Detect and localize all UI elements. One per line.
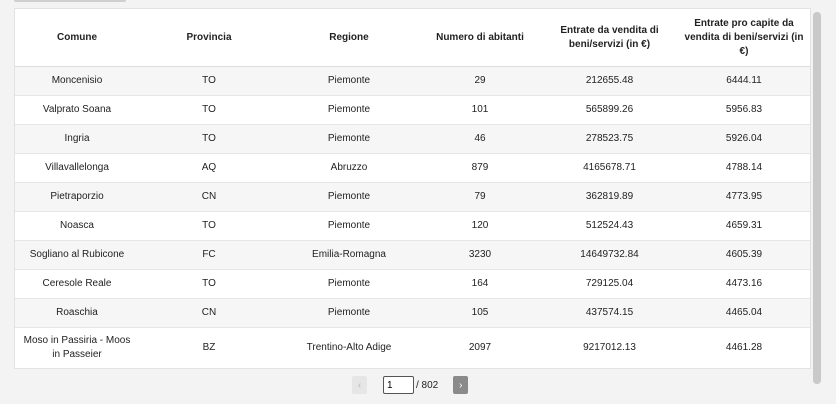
cell-entrate-pro-capite: 6444.11 [678, 66, 810, 96]
pagination: ‹ / 802 › [352, 375, 469, 395]
table-row: Valprato Soana TO Piemonte 101 565899.26… [15, 95, 810, 125]
cell-regione: Piemonte [279, 269, 419, 299]
cell-entrate: 14649732.84 [541, 240, 678, 270]
cell-provincia: TO [139, 124, 279, 154]
cell-comune: Roaschia [15, 298, 139, 328]
cell-abitanti: 79 [419, 182, 541, 212]
column-header-regione[interactable]: Regione [279, 9, 419, 67]
column-header-entrate[interactable]: Entrate da vendita di beni/servizi (in €… [541, 9, 678, 67]
cell-abitanti: 120 [419, 211, 541, 241]
cell-regione: Trentino-Alto Adige [279, 327, 419, 368]
cell-regione: Piemonte [279, 211, 419, 241]
table-row: Noasca TO Piemonte 120 512524.43 4659.31 [15, 211, 810, 241]
cell-entrate: 278523.75 [541, 124, 678, 154]
table-row: Sogliano al Rubicone FC Emilia-Romagna 3… [15, 240, 810, 270]
table-row: Moso in Passiria - Moos in Passeier BZ T… [15, 327, 810, 368]
cell-abitanti: 3230 [419, 240, 541, 270]
table-row: Ingria TO Piemonte 46 278523.75 5926.04 [15, 124, 810, 154]
top-tab[interactable] [14, 0, 126, 2]
cell-entrate-pro-capite: 4461.28 [678, 327, 810, 368]
column-header-provincia[interactable]: Provincia [139, 9, 279, 67]
cell-regione: Abruzzo [279, 153, 419, 183]
cell-entrate-pro-capite: 4788.14 [678, 153, 810, 183]
cell-entrate-pro-capite: 4605.39 [678, 240, 810, 270]
data-table-container: Comune Provincia Regione Numero di abita… [14, 8, 811, 369]
total-pages-label: / 802 [416, 379, 439, 391]
cell-comune: Noasca [15, 211, 139, 241]
cell-provincia: CN [139, 298, 279, 328]
cell-abitanti: 101 [419, 95, 541, 125]
cell-regione: Piemonte [279, 124, 419, 154]
cell-comune: Villavallelonga [15, 153, 139, 183]
cell-entrate: 4165678.71 [541, 153, 678, 183]
table-row: Ceresole Reale TO Piemonte 164 729125.04… [15, 269, 810, 299]
cell-abitanti: 105 [419, 298, 541, 328]
cell-provincia: FC [139, 240, 279, 270]
cell-regione: Piemonte [279, 182, 419, 212]
cell-entrate: 512524.43 [541, 211, 678, 241]
cell-provincia: TO [139, 211, 279, 241]
cell-entrate-pro-capite: 4473.16 [678, 269, 810, 299]
table-row: Roaschia CN Piemonte 105 437574.15 4465.… [15, 298, 810, 328]
vertical-scrollbar[interactable] [813, 12, 821, 384]
table-row: Pietraporzio CN Piemonte 79 362819.89 47… [15, 182, 810, 212]
table-header-row: Comune Provincia Regione Numero di abita… [15, 9, 810, 67]
cell-regione: Emilia-Romagna [279, 240, 419, 270]
cell-entrate: 9217012.13 [541, 327, 678, 368]
cell-abitanti: 879 [419, 153, 541, 183]
cell-abitanti: 29 [419, 66, 541, 96]
cell-provincia: CN [139, 182, 279, 212]
column-header-abitanti[interactable]: Numero di abitanti [419, 9, 541, 67]
cell-provincia: TO [139, 269, 279, 299]
cell-abitanti: 164 [419, 269, 541, 299]
table-row: Moncenisio TO Piemonte 29 212655.48 6444… [15, 66, 810, 96]
cell-provincia: AQ [139, 153, 279, 183]
cell-entrate: 729125.04 [541, 269, 678, 299]
cell-entrate-pro-capite: 5926.04 [678, 124, 810, 154]
cell-regione: Piemonte [279, 298, 419, 328]
cell-comune: Moso in Passiria - Moos in Passeier [15, 327, 139, 368]
cell-comune: Ingria [15, 124, 139, 154]
cell-abitanti: 2097 [419, 327, 541, 368]
cell-provincia: TO [139, 66, 279, 96]
next-page-button[interactable]: › [453, 376, 469, 394]
cell-entrate-pro-capite: 4773.95 [678, 182, 810, 212]
column-header-comune[interactable]: Comune [15, 9, 139, 67]
cell-comune: Ceresole Reale [15, 269, 139, 299]
chevron-right-icon: › [459, 379, 463, 391]
chevron-left-icon: ‹ [357, 379, 362, 391]
cell-comune: Moncenisio [15, 66, 139, 96]
cell-comune: Valprato Soana [15, 95, 139, 125]
page-number-input[interactable] [383, 376, 414, 394]
cell-entrate: 212655.48 [541, 66, 678, 96]
cell-provincia: TO [139, 95, 279, 125]
scrollbar-thumb[interactable] [813, 12, 821, 384]
cell-abitanti: 46 [419, 124, 541, 154]
table-row: Villavallelonga AQ Abruzzo 879 4165678.7… [15, 153, 810, 183]
cell-entrate-pro-capite: 4659.31 [678, 211, 810, 241]
cell-comune: Pietraporzio [15, 182, 139, 212]
cell-entrate-pro-capite: 5956.83 [678, 95, 810, 125]
previous-page-button[interactable]: ‹ [352, 376, 367, 394]
column-header-entrate-pro-capite[interactable]: Entrate pro capite da vendita di beni/se… [678, 9, 810, 67]
data-table: Comune Provincia Regione Numero di abita… [15, 9, 810, 368]
cell-entrate: 437574.15 [541, 298, 678, 328]
cell-entrate: 362819.89 [541, 182, 678, 212]
cell-regione: Piemonte [279, 95, 419, 125]
cell-comune: Sogliano al Rubicone [15, 240, 139, 270]
cell-regione: Piemonte [279, 66, 419, 96]
cell-provincia: BZ [139, 327, 279, 368]
cell-entrate-pro-capite: 4465.04 [678, 298, 810, 328]
cell-entrate: 565899.26 [541, 95, 678, 125]
